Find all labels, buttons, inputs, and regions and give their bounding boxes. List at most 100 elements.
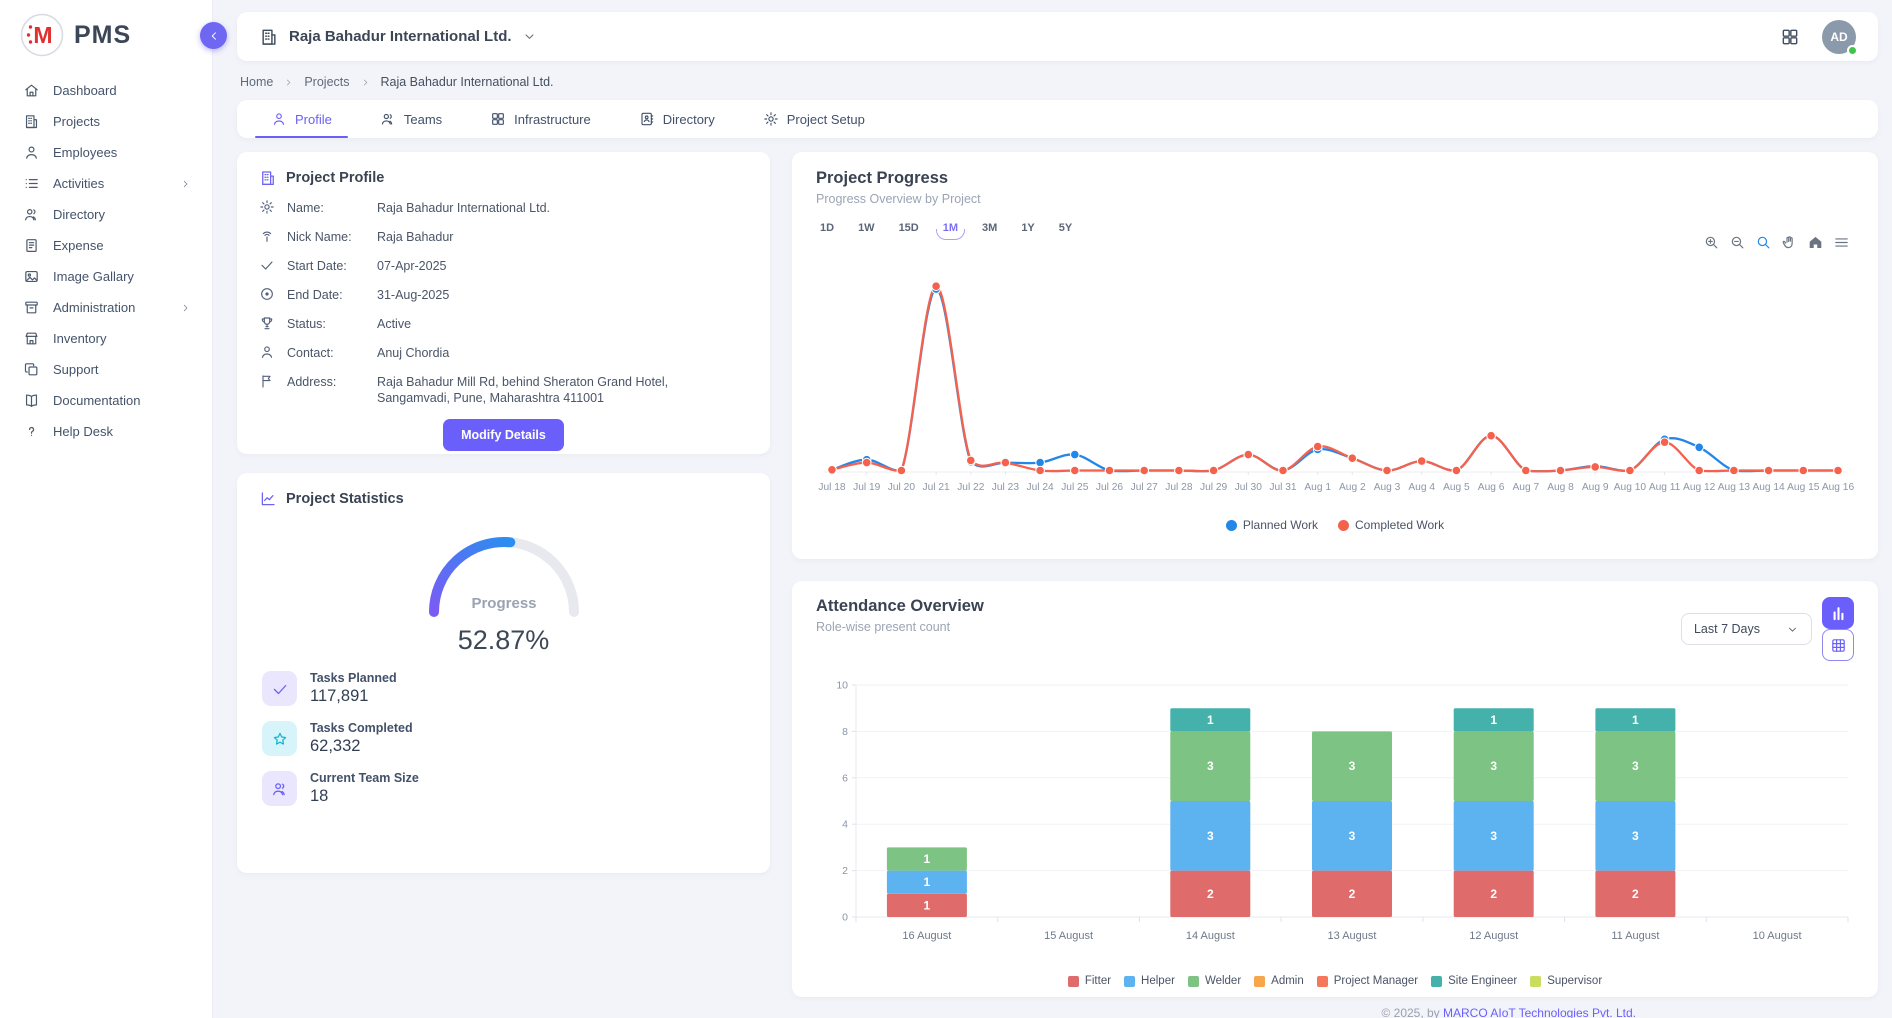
sidebar-item-dashboard[interactable]: Dashboard xyxy=(0,75,212,106)
field-label: Contact: xyxy=(287,345,365,361)
statistics-card-title: Project Statistics xyxy=(286,491,404,507)
table-view-button[interactable] xyxy=(1822,629,1854,661)
profile-field-address: Address:Raja Bahadur Mill Rd, behind She… xyxy=(259,374,748,406)
svg-text:2: 2 xyxy=(1349,887,1356,901)
range-button-1y[interactable]: 1Y xyxy=(1017,220,1038,236)
legend-label: Welder xyxy=(1205,975,1241,987)
svg-text:3: 3 xyxy=(1349,829,1356,843)
attendance-card-title: Attendance Overview xyxy=(816,597,984,616)
attendance-overview-card: Attendance Overview Role-wise present co… xyxy=(792,581,1878,997)
svg-text:2: 2 xyxy=(842,865,848,877)
svg-text:Aug 4: Aug 4 xyxy=(1408,482,1435,493)
svg-text:10 August: 10 August xyxy=(1753,930,1802,942)
tab-directory[interactable]: Directory xyxy=(615,100,739,138)
range-button-1m[interactable]: 1M xyxy=(939,220,962,236)
star-icon xyxy=(271,730,289,748)
sidebar-item-label: Directory xyxy=(53,207,105,222)
tab-label: Infrastructure xyxy=(514,112,591,127)
legend-site-engineer[interactable]: Site Engineer xyxy=(1431,975,1517,987)
breadcrumb-separator-icon xyxy=(360,77,371,88)
tab-profile[interactable]: Profile xyxy=(247,100,356,138)
brand[interactable]: M PMS xyxy=(0,0,212,75)
bar-view-button[interactable] xyxy=(1822,597,1854,629)
sidebar-item-label: Help Desk xyxy=(53,424,113,439)
legend-label: Site Engineer xyxy=(1448,975,1517,987)
field-label: Address: xyxy=(287,374,365,390)
legend-planned-work[interactable]: Planned Work xyxy=(1226,518,1318,532)
breadcrumb-item[interactable]: Home xyxy=(240,75,273,89)
user-icon xyxy=(23,144,40,161)
sidebar-item-administration[interactable]: Administration xyxy=(0,292,212,323)
legend-completed-work[interactable]: Completed Work xyxy=(1338,518,1444,532)
tab-project-setup[interactable]: Project Setup xyxy=(739,100,889,138)
sidebar-item-documentation[interactable]: Documentation xyxy=(0,385,212,416)
sidebar-item-label: Administration xyxy=(53,300,135,315)
reset-zoom-icon[interactable] xyxy=(1807,234,1824,251)
sidebar-item-help-desk[interactable]: Help Desk xyxy=(0,416,212,447)
legend-helper[interactable]: Helper xyxy=(1124,975,1175,987)
avatar-initials: AD xyxy=(1830,30,1847,44)
legend-label: Supervisor xyxy=(1547,975,1602,987)
progress-chart-legend: Planned Work Completed Work xyxy=(816,518,1854,532)
range-button-15d[interactable]: 15D xyxy=(895,220,923,236)
svg-text:2: 2 xyxy=(1490,887,1497,901)
sidebar-item-label: Inventory xyxy=(53,331,106,346)
attendance-chart[interactable]: 024681011116 August15 August233114 Augus… xyxy=(816,675,1854,973)
svg-text:3: 3 xyxy=(1207,759,1214,773)
field-value: 07-Apr-2025 xyxy=(377,258,447,274)
online-status-dot xyxy=(1847,45,1858,56)
profile-field-end-date: End Date:31-Aug-2025 xyxy=(259,287,748,303)
brand-logo-icon: M xyxy=(20,13,64,57)
date-range-select[interactable]: Last 7 Days xyxy=(1681,613,1812,645)
pan-icon[interactable] xyxy=(1781,234,1798,251)
breadcrumb-item[interactable]: Projects xyxy=(304,75,349,89)
sidebar-item-support[interactable]: Support xyxy=(0,354,212,385)
sidebar-item-activities[interactable]: Activities xyxy=(0,168,212,199)
tab-label: Directory xyxy=(663,112,715,127)
svg-text:Jul 18: Jul 18 xyxy=(818,482,846,493)
company-selector[interactable]: Raja Bahadur International Ltd. xyxy=(259,27,537,47)
field-label: Status: xyxy=(287,316,365,332)
zoom-out-icon[interactable] xyxy=(1729,234,1746,251)
svg-text:Jul 26: Jul 26 xyxy=(1096,482,1124,493)
sidebar-item-directory[interactable]: Directory xyxy=(0,199,212,230)
svg-text:14 August: 14 August xyxy=(1186,930,1235,942)
sidebar-item-projects[interactable]: Projects xyxy=(0,106,212,137)
project-progress-chart[interactable]: Jul 18Jul 19Jul 20Jul 21Jul 22Jul 23Jul … xyxy=(816,262,1854,514)
modify-details-button[interactable]: Modify Details xyxy=(443,419,564,451)
svg-text:Jul 20: Jul 20 xyxy=(888,482,916,493)
legend-supervisor[interactable]: Supervisor xyxy=(1530,975,1602,987)
legend-welder[interactable]: Welder xyxy=(1188,975,1241,987)
zoom-in-icon[interactable] xyxy=(1703,234,1720,251)
svg-text:Jul 24: Jul 24 xyxy=(1027,482,1055,493)
footer-company-link[interactable]: MARCO AIoT Technologies Pvt. Ltd. xyxy=(1443,1006,1636,1018)
svg-text:15 August: 15 August xyxy=(1044,930,1093,942)
field-value: Raja Bahadur International Ltd. xyxy=(377,200,550,216)
apps-grid-icon[interactable] xyxy=(1780,27,1800,47)
attendance-chart-legend: Fitter Helper Welder Admin Project Manager Si… xyxy=(816,975,1854,987)
range-button-3m[interactable]: 3M xyxy=(978,220,1001,236)
legend-fitter[interactable]: Fitter xyxy=(1068,975,1111,987)
sidebar-item-image-gallary[interactable]: Image Gallary xyxy=(0,261,212,292)
chevron-down-icon xyxy=(522,29,537,44)
legend-project-manager[interactable]: Project Manager xyxy=(1317,975,1418,987)
user-avatar[interactable]: AD xyxy=(1822,20,1856,54)
tab-infrastructure[interactable]: Infrastructure xyxy=(466,100,615,138)
sidebar-collapse-button[interactable] xyxy=(200,22,227,49)
sidebar-item-expense[interactable]: Expense xyxy=(0,230,212,261)
sidebar-item-inventory[interactable]: Inventory xyxy=(0,323,212,354)
stat-icon-box xyxy=(262,771,297,806)
legend-admin[interactable]: Admin xyxy=(1254,975,1304,987)
chart-menu-icon[interactable] xyxy=(1833,234,1850,251)
selection-zoom-icon[interactable] xyxy=(1755,234,1772,251)
chevron-down-icon xyxy=(1786,623,1799,636)
users-icon xyxy=(23,206,40,223)
svg-text:Aug 15: Aug 15 xyxy=(1787,482,1820,493)
svg-text:Jul 25: Jul 25 xyxy=(1061,482,1089,493)
tab-teams[interactable]: Teams xyxy=(356,100,466,138)
range-button-5y[interactable]: 5Y xyxy=(1055,220,1076,236)
sidebar-item-employees[interactable]: Employees xyxy=(0,137,212,168)
stat-icon-box xyxy=(262,721,297,756)
range-button-1w[interactable]: 1W xyxy=(854,220,879,236)
range-button-1d[interactable]: 1D xyxy=(816,220,838,236)
